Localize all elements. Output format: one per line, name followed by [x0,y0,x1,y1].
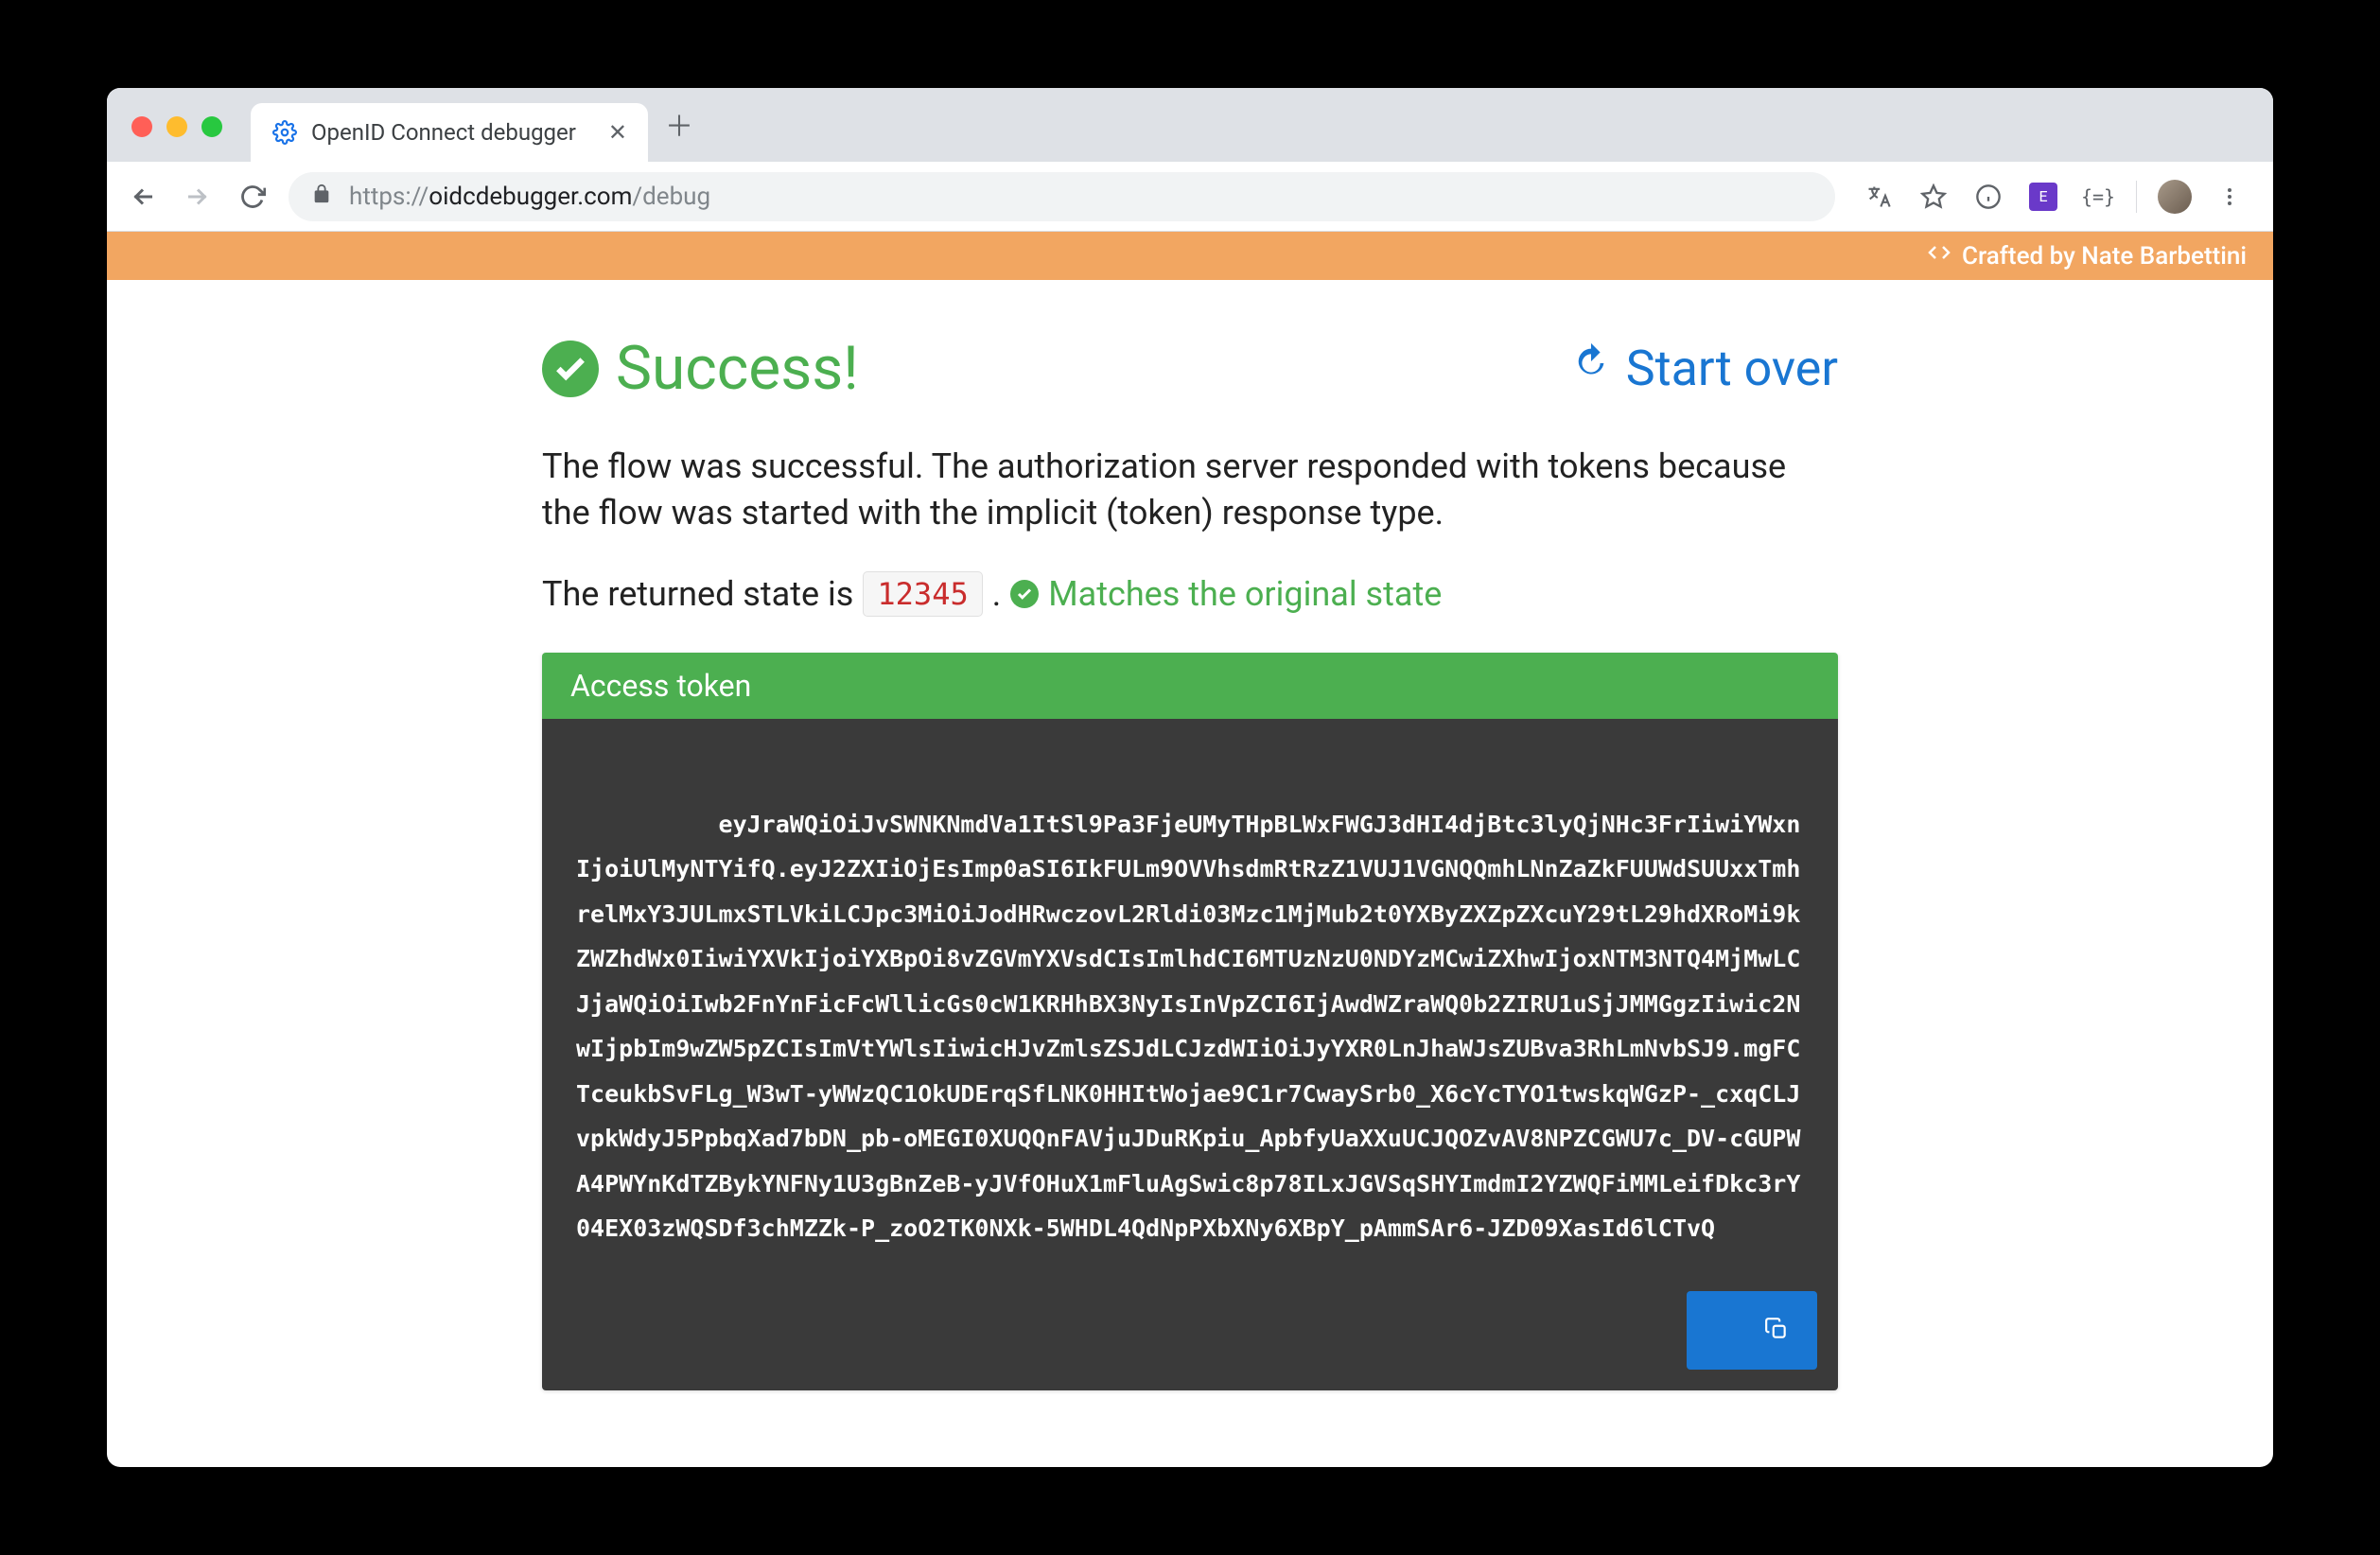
check-circle-icon [1010,580,1039,608]
profile-avatar[interactable] [2158,180,2192,214]
token-body: eyJraWQiOiJvSWNKNmdVa1ItSl9Pa3FjeUMyTHpB… [542,719,1838,1390]
url-field[interactable]: https://oidcdebugger.com/debug [289,172,1835,221]
translate-icon[interactable] [1862,180,1896,214]
reload-button[interactable] [234,178,271,216]
refresh-icon [1569,340,1613,397]
maximize-window-button[interactable] [201,116,222,137]
success-heading: Success! [542,333,859,404]
minimize-window-button[interactable] [166,116,187,137]
state-value: 12345 [863,571,982,617]
address-bar: https://oidcdebugger.com/debug E {=} [107,162,2273,232]
extension-icon[interactable]: E [2026,180,2060,214]
state-match-label: Matches the original state [1048,574,1442,614]
back-button[interactable] [124,178,162,216]
copy-icon [1715,1302,1789,1358]
access-token-value[interactable]: eyJraWQiOiJvSWNKNmdVa1ItSl9Pa3FjeUMyTHpB… [576,811,1800,1243]
state-row: The returned state is 12345 . Matches th… [542,571,1838,617]
state-suffix: . [992,574,1002,614]
info-icon[interactable] [1971,180,2005,214]
forward-button[interactable] [179,178,217,216]
url-text: https://oidcdebugger.com/debug [349,183,1812,211]
close-window-button[interactable] [131,116,152,137]
json-extension-icon[interactable]: {=} [2081,180,2115,214]
divider [2136,181,2137,213]
browser-tab[interactable]: OpenID Connect debugger ✕ [251,103,648,162]
browser-window: OpenID Connect debugger ✕ ＋ https://oidc… [107,88,2273,1467]
menu-icon[interactable] [2213,180,2247,214]
start-over-label: Start over [1626,340,1838,397]
copy-button[interactable] [1687,1291,1817,1370]
lock-icon [311,183,332,211]
access-token-card: Access token eyJraWQiOiJvSWNKNmdVa1ItSl9… [542,653,1838,1390]
start-over-link[interactable]: Start over [1569,340,1838,397]
success-label: Success! [616,333,859,404]
close-tab-button[interactable]: ✕ [608,119,627,146]
state-prefix: The returned state is [542,574,853,614]
check-circle-icon [542,341,599,397]
bookmark-star-icon[interactable] [1916,180,1951,214]
gear-icon [271,119,298,146]
window-controls [131,116,222,137]
code-icon [1928,241,1951,271]
top-banner: Crafted by Nate Barbettini [107,232,2273,280]
toolbar-icons: E {=} [1852,180,2256,214]
tab-bar: OpenID Connect debugger ✕ ＋ [107,88,2273,162]
flow-description: The flow was successful. The authorizati… [542,444,1838,535]
new-tab-button[interactable]: ＋ [665,103,693,145]
tab-title: OpenID Connect debugger [311,119,595,146]
header-row: Success! Start over [542,333,1838,404]
token-card-header: Access token [542,653,1838,719]
state-match: Matches the original state [1010,574,1442,614]
page-content: Success! Start over The flow was success… [107,280,2273,1467]
top-banner-label: Crafted by Nate Barbettini [1962,242,2247,271]
